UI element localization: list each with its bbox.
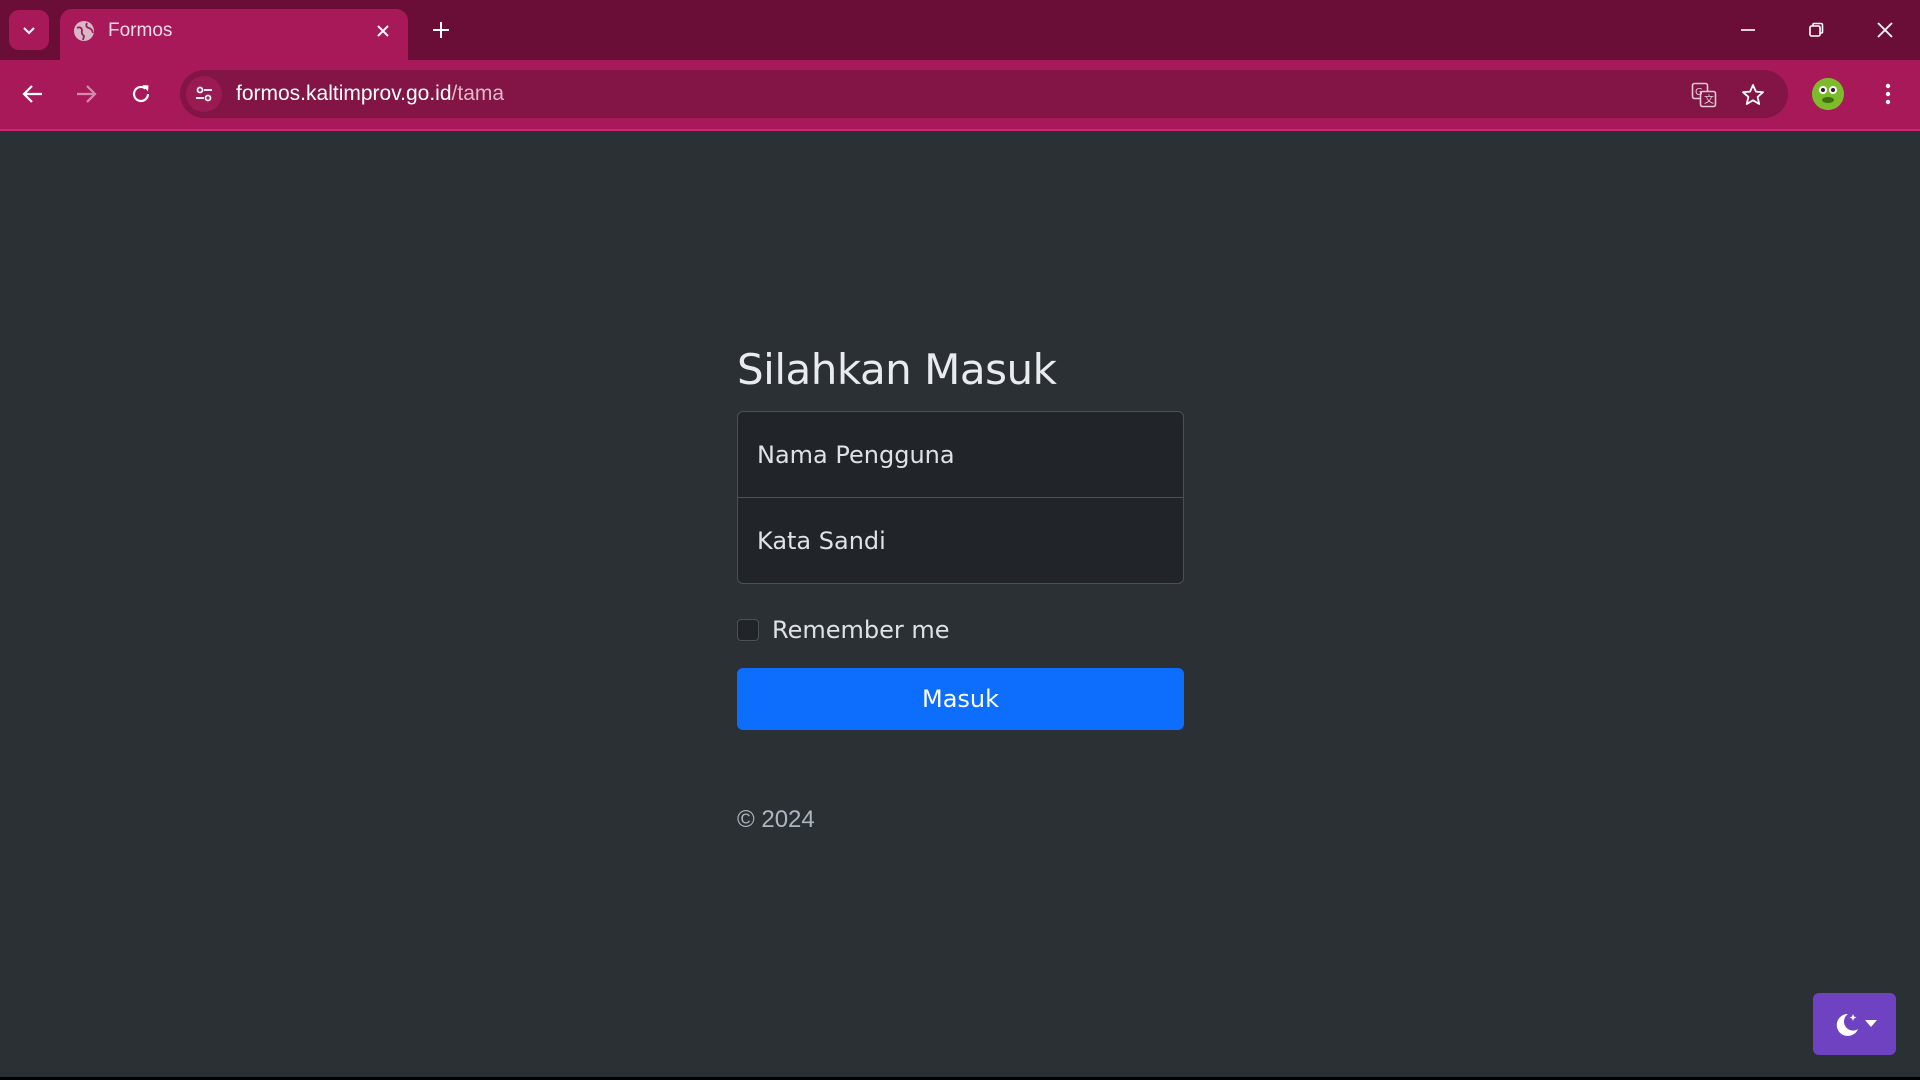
star-icon (1742, 84, 1764, 105)
browser-menu-button[interactable] (1870, 74, 1906, 114)
browser-title-bar: Formos (0, 0, 1920, 60)
reload-button[interactable] (120, 73, 162, 115)
remember-me-checkbox[interactable] (737, 619, 759, 641)
back-button[interactable] (12, 73, 54, 115)
close-icon (1877, 22, 1893, 38)
translate-icon: G 文 (1691, 82, 1717, 108)
username-input[interactable] (738, 412, 1183, 497)
close-icon (377, 25, 389, 37)
url-host: formos.kaltimprov.go.id (236, 82, 452, 105)
arrow-left-icon (22, 85, 42, 103)
site-info-button[interactable] (186, 76, 222, 112)
tab-search-button[interactable] (9, 10, 49, 50)
remember-me-label[interactable]: Remember me (772, 616, 950, 644)
translate-button[interactable]: G 文 (1686, 77, 1722, 113)
kebab-menu-icon (1885, 83, 1891, 105)
close-window-button[interactable] (1861, 7, 1909, 53)
restore-icon (1809, 22, 1824, 37)
login-form: Silahkan Masuk Remember me Masuk © 2024 (737, 337, 1184, 834)
remember-me-row: Remember me (737, 615, 1184, 645)
new-tab-button[interactable] (424, 13, 458, 47)
tab-close-button[interactable] (368, 16, 398, 46)
url-text[interactable]: formos.kaltimprov.go.id/tama (236, 82, 504, 106)
address-bar[interactable]: formos.kaltimprov.go.id/tama G 文 (180, 70, 1788, 118)
login-button[interactable]: Masuk (737, 668, 1184, 730)
active-tab[interactable]: Formos (60, 9, 408, 60)
username-field (737, 411, 1184, 498)
password-input[interactable] (738, 498, 1183, 583)
url-path: /tama (451, 82, 505, 105)
chevron-down-icon (23, 27, 35, 35)
page-title: Silahkan Masuk (737, 345, 1057, 394)
tab-title: Formos (108, 20, 173, 41)
theme-toggle-button[interactable] (1813, 993, 1896, 1055)
moon-stars-icon (1836, 1013, 1858, 1036)
minimize-icon (1741, 29, 1755, 31)
bookmark-button[interactable] (1735, 77, 1771, 113)
restore-button[interactable] (1792, 7, 1840, 53)
profile-avatar[interactable] (1812, 78, 1844, 110)
plus-icon (433, 22, 449, 38)
password-field (737, 497, 1184, 584)
minimize-button[interactable] (1724, 7, 1772, 53)
svg-text:文: 文 (1704, 93, 1714, 106)
reload-icon (132, 85, 150, 103)
copyright-text: © 2024 (737, 806, 815, 833)
browser-toolbar: formos.kaltimprov.go.id/tama G 文 (0, 60, 1920, 131)
profile-avatar-icon (1812, 78, 1844, 110)
tune-icon (196, 86, 212, 102)
globe-icon (74, 21, 94, 41)
arrow-right-icon (77, 85, 97, 103)
forward-button[interactable] (65, 73, 107, 115)
caret-down-icon (1864, 1020, 1877, 1027)
svg-text:G: G (1695, 87, 1703, 98)
